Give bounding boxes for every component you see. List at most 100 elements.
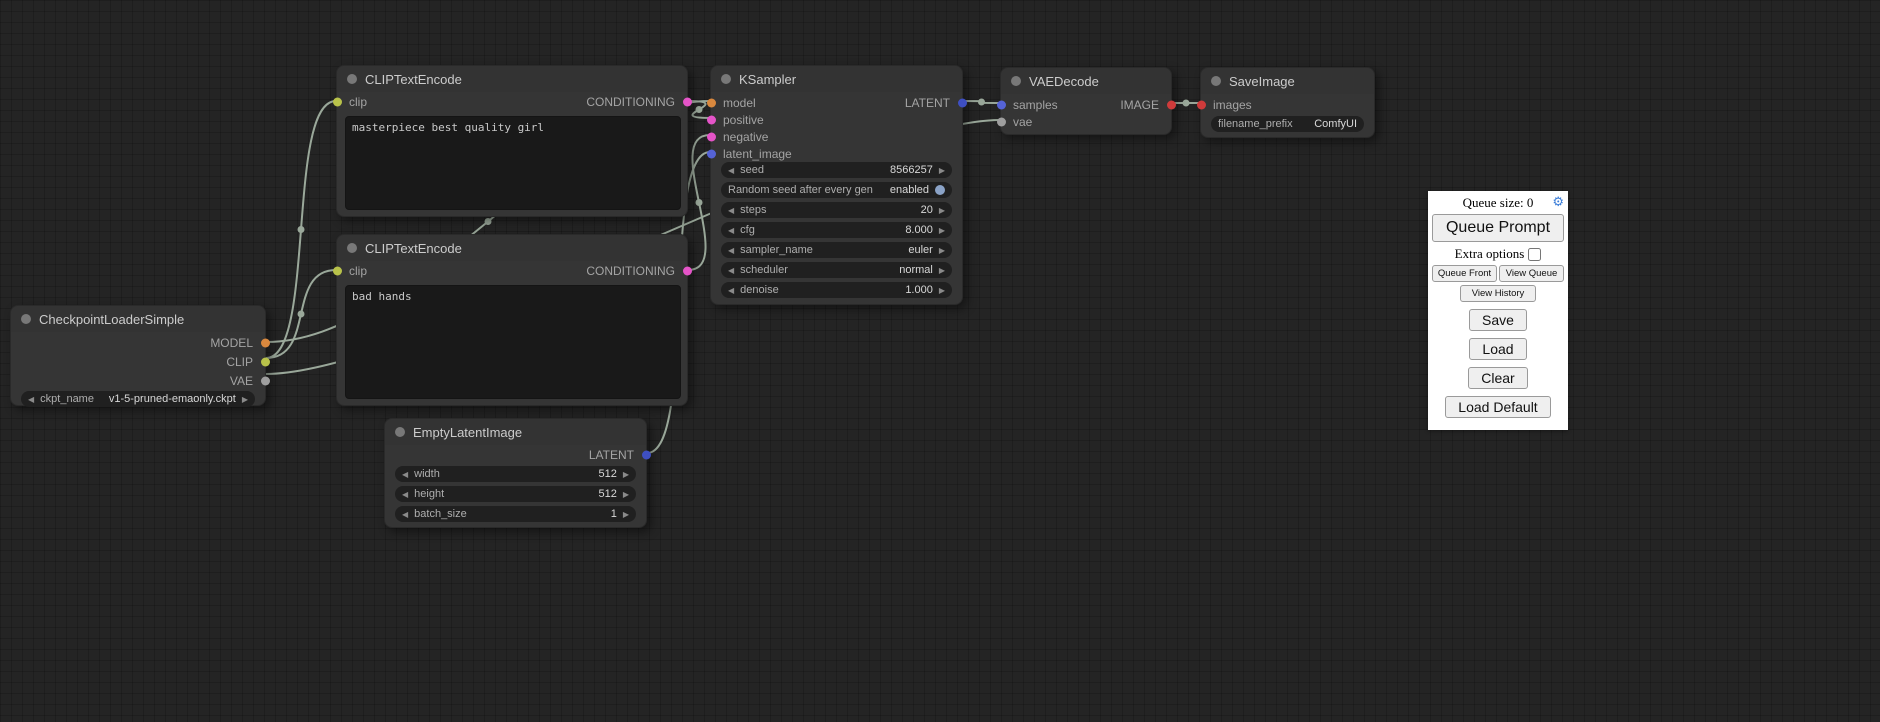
increment-arrow-icon[interactable]: ▶	[623, 490, 629, 499]
collapse-dot-icon[interactable]	[721, 74, 731, 84]
increment-arrow-icon[interactable]: ▶	[623, 470, 629, 479]
batch-size-widget[interactable]: ◀ batch_size 1 ▶	[395, 506, 636, 522]
increment-arrow-icon[interactable]: ▶	[939, 246, 945, 255]
clear-button[interactable]: Clear	[1468, 367, 1527, 389]
seed-widget[interactable]: ◀ seed 8566257 ▶	[721, 162, 952, 178]
queue-prompt-button[interactable]: Queue Prompt	[1432, 214, 1564, 242]
comfyui-canvas[interactable]: { "canvas": { "bg": "#242424", "wire_col…	[0, 0, 1880, 722]
view-history-button[interactable]: View History	[1460, 285, 1536, 302]
scheduler-widget[interactable]: ◀ scheduler normal ▶	[721, 262, 952, 278]
images-input-dot[interactable]	[1197, 100, 1206, 109]
sampler-name-widget[interactable]: ◀ sampler_name euler ▶	[721, 242, 952, 258]
node-title: CLIPTextEncode	[365, 241, 462, 256]
node-title-bar[interactable]: CLIPTextEncode	[337, 235, 687, 261]
node-save-image[interactable]: SaveImage images filename_prefix ComfyUI	[1200, 67, 1375, 138]
node-title-bar[interactable]: CheckpointLoaderSimple	[11, 306, 265, 332]
collapse-dot-icon[interactable]	[1211, 76, 1221, 86]
negative-input-dot[interactable]	[707, 132, 716, 141]
queue-front-button[interactable]: Queue Front	[1432, 265, 1497, 282]
conditioning-output-dot[interactable]	[683, 267, 692, 276]
view-queue-button[interactable]: View Queue	[1499, 265, 1564, 282]
node-title-bar[interactable]: CLIPTextEncode	[337, 66, 687, 92]
samples-input-dot[interactable]	[997, 100, 1006, 109]
vae-input-dot[interactable]	[997, 117, 1006, 126]
slot-row-negative: negative	[711, 128, 962, 145]
ckpt-name-widget[interactable]: ◀ ckpt_name v1-5-pruned-emaonly.ckpt ▶	[21, 391, 255, 407]
positive-input-dot[interactable]	[707, 115, 716, 124]
clip-input-dot[interactable]	[333, 267, 342, 276]
steps-widget[interactable]: ◀ steps 20 ▶	[721, 202, 952, 218]
decrement-arrow-icon[interactable]: ◀	[728, 166, 734, 175]
collapse-dot-icon[interactable]	[21, 314, 31, 324]
node-clip-text-encode-positive[interactable]: CLIPTextEncode clip CONDITIONING masterp…	[336, 65, 688, 217]
negative-prompt-textarea[interactable]: bad hands	[345, 285, 681, 399]
widget-label: width	[414, 468, 440, 480]
widget-value: 512	[598, 488, 616, 500]
increment-arrow-icon[interactable]: ▶	[242, 395, 248, 404]
model-input-dot[interactable]	[707, 98, 716, 107]
collapse-dot-icon[interactable]	[347, 243, 357, 253]
node-empty-latent-image[interactable]: EmptyLatentImage LATENT ◀ width 512 ▶ ◀ …	[384, 418, 647, 528]
decrement-arrow-icon[interactable]: ◀	[728, 266, 734, 275]
node-clip-text-encode-negative[interactable]: CLIPTextEncode clip CONDITIONING bad han…	[336, 234, 688, 406]
clip-input-dot[interactable]	[333, 98, 342, 107]
latent-output-dot[interactable]	[958, 98, 967, 107]
extra-options-row: Extra options	[1432, 246, 1564, 262]
node-checkpoint-loader[interactable]: CheckpointLoaderSimple MODEL CLIP VAE ◀ …	[10, 305, 266, 406]
node-title-bar[interactable]: SaveImage	[1201, 68, 1374, 94]
save-button[interactable]: Save	[1469, 309, 1527, 331]
slot-row-images: images	[1201, 96, 1374, 113]
model-output-dot[interactable]	[261, 339, 270, 348]
decrement-arrow-icon[interactable]: ◀	[402, 470, 408, 479]
increment-arrow-icon[interactable]: ▶	[939, 286, 945, 295]
queue-size-label: Queue size: 0	[1463, 195, 1534, 210]
collapse-dot-icon[interactable]	[1011, 76, 1021, 86]
decrement-arrow-icon[interactable]: ◀	[402, 510, 408, 519]
slot-row-model-latent: model LATENT	[711, 94, 962, 111]
image-output-dot[interactable]	[1167, 100, 1176, 109]
decrement-arrow-icon[interactable]: ◀	[728, 226, 734, 235]
output-slot-vae: VAE	[11, 373, 265, 389]
widget-label: Random seed after every gen	[728, 184, 873, 196]
widget-label: denoise	[740, 284, 779, 296]
random-seed-toggle-widget[interactable]: Random seed after every gen enabled	[721, 182, 952, 198]
toggle-dot-icon[interactable]	[935, 185, 945, 195]
node-title: VAEDecode	[1029, 74, 1099, 89]
slot-label: vae	[1013, 115, 1032, 129]
vae-output-dot[interactable]	[261, 377, 270, 386]
node-title: EmptyLatentImage	[413, 425, 522, 440]
load-button[interactable]: Load	[1469, 338, 1526, 360]
decrement-arrow-icon[interactable]: ◀	[728, 246, 734, 255]
decrement-arrow-icon[interactable]: ◀	[402, 490, 408, 499]
increment-arrow-icon[interactable]: ▶	[939, 266, 945, 275]
collapse-dot-icon[interactable]	[395, 427, 405, 437]
increment-arrow-icon[interactable]: ▶	[623, 510, 629, 519]
load-default-button[interactable]: Load Default	[1445, 396, 1550, 418]
collapse-dot-icon[interactable]	[347, 74, 357, 84]
decrement-arrow-icon[interactable]: ◀	[728, 286, 734, 295]
node-title-bar[interactable]: VAEDecode	[1001, 68, 1171, 94]
width-widget[interactable]: ◀ width 512 ▶	[395, 466, 636, 482]
extra-options-checkbox[interactable]	[1528, 248, 1541, 261]
node-title-bar[interactable]: KSampler	[711, 66, 962, 92]
conditioning-output-dot[interactable]	[683, 98, 692, 107]
settings-gear-icon[interactable]: ⚙	[1552, 194, 1564, 211]
decrement-arrow-icon[interactable]: ◀	[28, 395, 34, 404]
increment-arrow-icon[interactable]: ▶	[939, 226, 945, 235]
denoise-widget[interactable]: ◀ denoise 1.000 ▶	[721, 282, 952, 298]
cfg-widget[interactable]: ◀ cfg 8.000 ▶	[721, 222, 952, 238]
node-title-bar[interactable]: EmptyLatentImage	[385, 419, 646, 445]
latent-output-dot[interactable]	[642, 451, 651, 460]
node-vae-decode[interactable]: VAEDecode samples IMAGE vae	[1000, 67, 1172, 135]
latent-image-input-dot[interactable]	[707, 149, 716, 158]
filename-prefix-widget[interactable]: filename_prefix ComfyUI	[1211, 116, 1364, 132]
positive-prompt-textarea[interactable]: masterpiece best quality girl	[345, 116, 681, 210]
height-widget[interactable]: ◀ height 512 ▶	[395, 486, 636, 502]
decrement-arrow-icon[interactable]: ◀	[728, 206, 734, 215]
node-ksampler[interactable]: KSampler model LATENT positive negative …	[710, 65, 963, 305]
widget-label: cfg	[740, 224, 755, 236]
slot-row-samples-image: samples IMAGE	[1001, 96, 1171, 113]
increment-arrow-icon[interactable]: ▶	[939, 166, 945, 175]
increment-arrow-icon[interactable]: ▶	[939, 206, 945, 215]
clip-output-dot[interactable]	[261, 358, 270, 367]
